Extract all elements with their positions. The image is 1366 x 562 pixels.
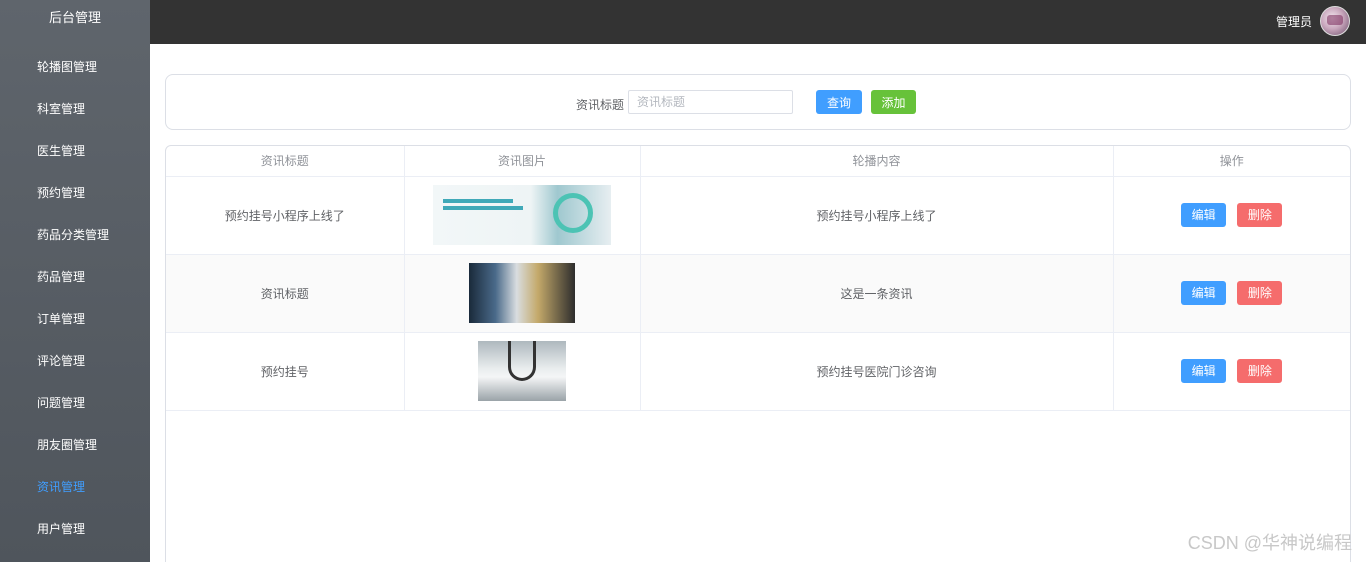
cell-content: 这是一条资讯 [640, 254, 1114, 333]
cell-image [404, 254, 641, 333]
brand-title: 后台管理 [48, 10, 101, 25]
query-button[interactable]: 查询 [816, 90, 862, 114]
add-button[interactable]: 添加 [871, 90, 916, 114]
table-row: 预约挂号小程序上线了 预约挂号小程序上线了 编辑 删除 [166, 176, 1350, 255]
edit-button[interactable]: 编辑 [1181, 281, 1227, 305]
column-header-image: 资讯图片 [404, 146, 641, 177]
sidebar-item-drug-category[interactable]: 药品分类管理 [0, 214, 150, 256]
sidebar-item-drug[interactable]: 药品管理 [0, 256, 150, 298]
cell-title: 预约挂号 [166, 332, 405, 411]
user-menu[interactable]: 管理员 [1276, 6, 1350, 36]
cell-actions: 编辑 删除 [1113, 332, 1350, 411]
table-header-row: 资讯标题 资讯图片 轮播内容 操作 [166, 146, 1350, 177]
cell-content: 预约挂号医院门诊咨询 [640, 332, 1114, 411]
sidebar-item-department[interactable]: 科室管理 [0, 88, 150, 130]
sidebar: 后台管理 轮播图管理 科室管理 医生管理 预约管理 药品分类管理 药品管理 订单… [0, 0, 150, 562]
cell-title: 资讯标题 [166, 254, 405, 333]
watermark: CSDN @华神说编程 [1187, 533, 1352, 553]
column-header-content: 轮播内容 [640, 146, 1114, 177]
edit-button[interactable]: 编辑 [1181, 359, 1227, 383]
table-row: 预约挂号 预约挂号医院门诊咨询 编辑 删除 [166, 332, 1350, 411]
news-thumbnail-image [433, 185, 611, 245]
column-header-title: 资讯标题 [166, 146, 405, 177]
sidebar-item-appointment[interactable]: 预约管理 [0, 172, 150, 214]
column-header-actions: 操作 [1113, 146, 1350, 177]
avatar[interactable] [1320, 6, 1350, 36]
cell-actions: 编辑 删除 [1113, 176, 1350, 255]
cell-title: 预约挂号小程序上线了 [166, 176, 405, 255]
sidebar-item-moments[interactable]: 朋友圈管理 [0, 424, 150, 466]
cell-actions: 编辑 删除 [1113, 254, 1350, 333]
sidebar-item-news[interactable]: 资讯管理 [0, 466, 150, 508]
search-label: 资讯标题 [576, 98, 625, 112]
cell-image [404, 176, 641, 255]
news-thumbnail-image [478, 341, 566, 401]
delete-button[interactable]: 删除 [1237, 281, 1283, 305]
search-panel: 资讯标题 查询 添加 [165, 74, 1351, 130]
cell-content: 预约挂号小程序上线了 [640, 176, 1114, 255]
username: 管理员 [1275, 14, 1312, 29]
delete-button[interactable]: 删除 [1237, 203, 1283, 227]
cell-image [404, 332, 641, 411]
sidebar-item-doctor[interactable]: 医生管理 [0, 130, 150, 172]
search-input[interactable] [628, 90, 793, 114]
sidebar-item-comment[interactable]: 评论管理 [0, 340, 150, 382]
sidebar-item-banner[interactable]: 轮播图管理 [0, 46, 150, 88]
sidebar-item-question[interactable]: 问题管理 [0, 382, 150, 424]
sidebar-item-user[interactable]: 用户管理 [0, 508, 150, 550]
news-table: 资讯标题 资讯图片 轮播内容 操作 预约挂号小程序上线了 预约挂号小程序上线了 … [165, 145, 1351, 562]
table-row: 资讯标题 这是一条资讯 编辑 删除 [166, 254, 1350, 333]
sidebar-item-order[interactable]: 订单管理 [0, 298, 150, 340]
top-header: 管理员 [150, 0, 1366, 44]
news-thumbnail-image [469, 263, 575, 323]
edit-button[interactable]: 编辑 [1181, 203, 1227, 227]
sidebar-menu: 轮播图管理 科室管理 医生管理 预约管理 药品分类管理 药品管理 订单管理 评论… [0, 46, 150, 550]
delete-button[interactable]: 删除 [1237, 359, 1283, 383]
